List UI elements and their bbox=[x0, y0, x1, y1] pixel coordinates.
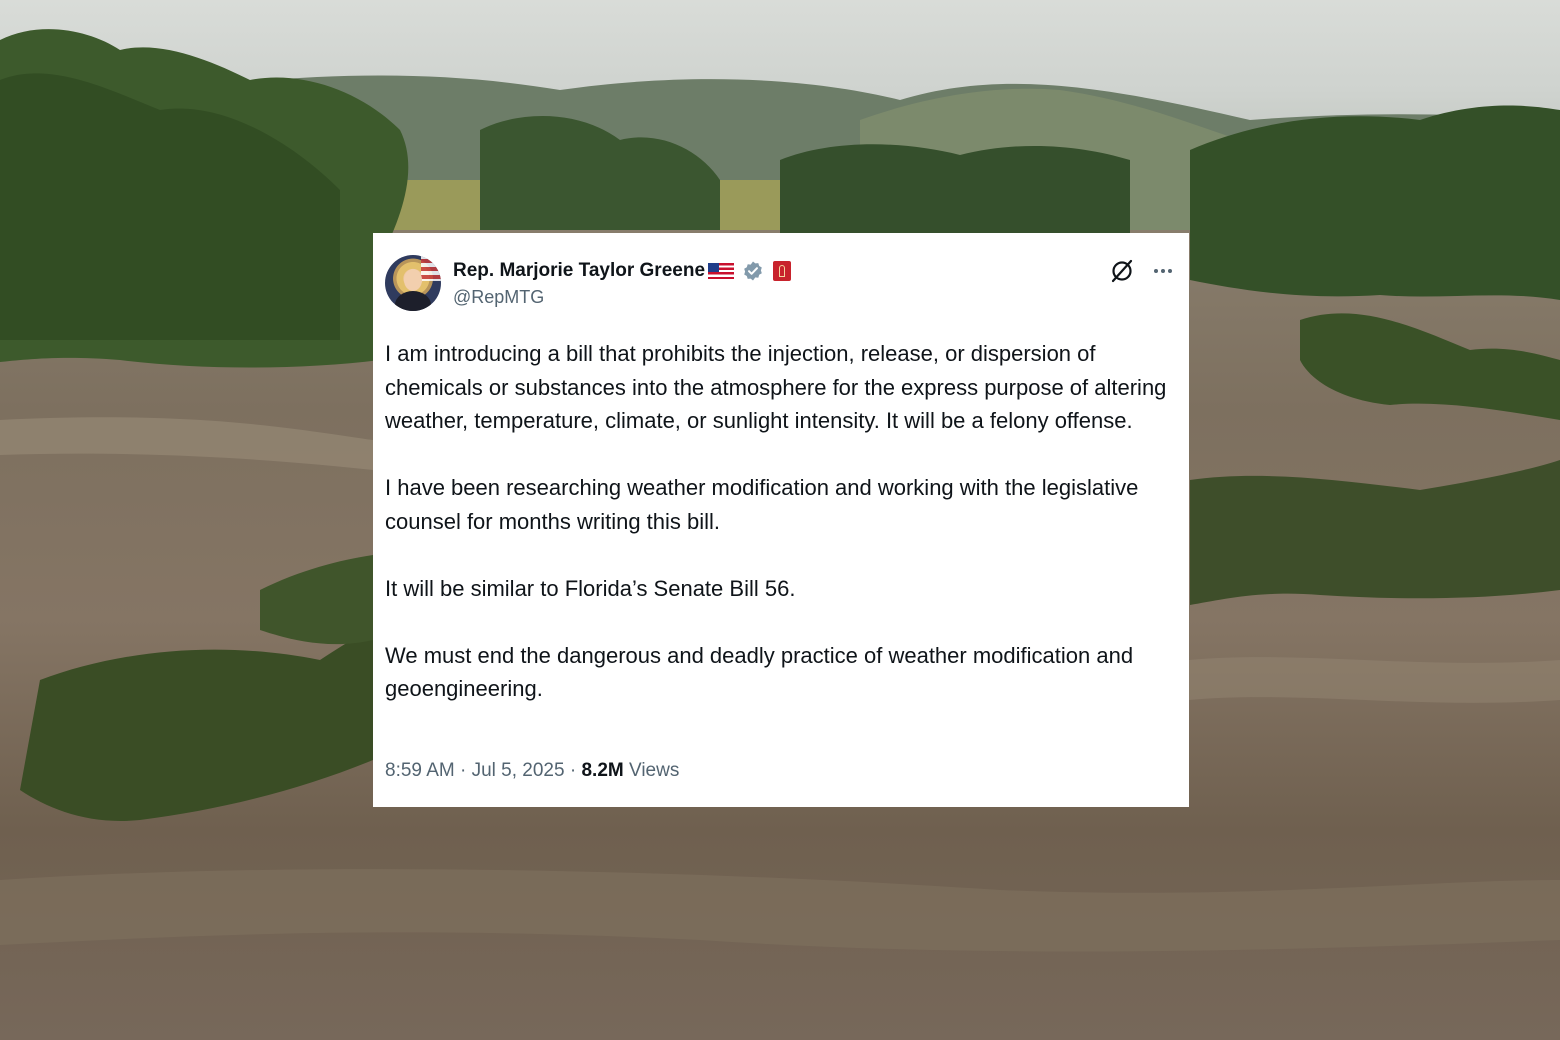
dot bbox=[1168, 269, 1172, 273]
debris-right bbox=[1190, 460, 1560, 605]
author-handle[interactable]: @RepMTG bbox=[453, 287, 544, 308]
verified-badge-icon bbox=[744, 261, 762, 281]
avatar-face bbox=[404, 269, 422, 291]
tweet-body: I am introducing a bill that prohibits t… bbox=[385, 337, 1181, 706]
author-row: Rep. Marjorie Taylor Greene bbox=[453, 259, 792, 283]
us-flag-icon bbox=[708, 263, 735, 279]
views-label: Views bbox=[629, 760, 680, 781]
views-count: 8.2M bbox=[581, 760, 624, 781]
avatar-flag-background bbox=[421, 255, 441, 281]
government-badge-icon bbox=[773, 261, 792, 281]
tweet-paragraph: It will be similar to Florida’s Senate B… bbox=[385, 575, 796, 601]
dot bbox=[1161, 269, 1165, 273]
dot bbox=[1154, 269, 1158, 273]
tweet-paragraph: We must end the dangerous and deadly pra… bbox=[385, 642, 1134, 702]
avatar-body bbox=[395, 291, 431, 311]
tweet-time[interactable]: 8:59 AM bbox=[385, 760, 455, 781]
tweet-metadata: 8:59 AM · Jul 5, 2025 · 8.2M Views bbox=[385, 760, 679, 782]
tweet-paragraph: I have been researching weather modifica… bbox=[385, 475, 1139, 534]
separator: · bbox=[460, 760, 467, 781]
more-options-icon[interactable] bbox=[1149, 257, 1177, 285]
trees-right bbox=[1190, 105, 1560, 300]
separator: · bbox=[569, 760, 577, 781]
avatar[interactable] bbox=[385, 255, 441, 311]
tweet-paragraph: I am introducing a bill that prohibits t… bbox=[385, 341, 1167, 433]
tweet-card: Rep. Marjorie Taylor Greene @RepMTG I am… bbox=[373, 233, 1189, 807]
author-name[interactable]: Rep. Marjorie Taylor Greene bbox=[453, 260, 705, 282]
debris-left bbox=[20, 625, 373, 821]
grok-icon[interactable] bbox=[1108, 257, 1136, 285]
tweet-date[interactable]: Jul 5, 2025 bbox=[472, 760, 565, 781]
